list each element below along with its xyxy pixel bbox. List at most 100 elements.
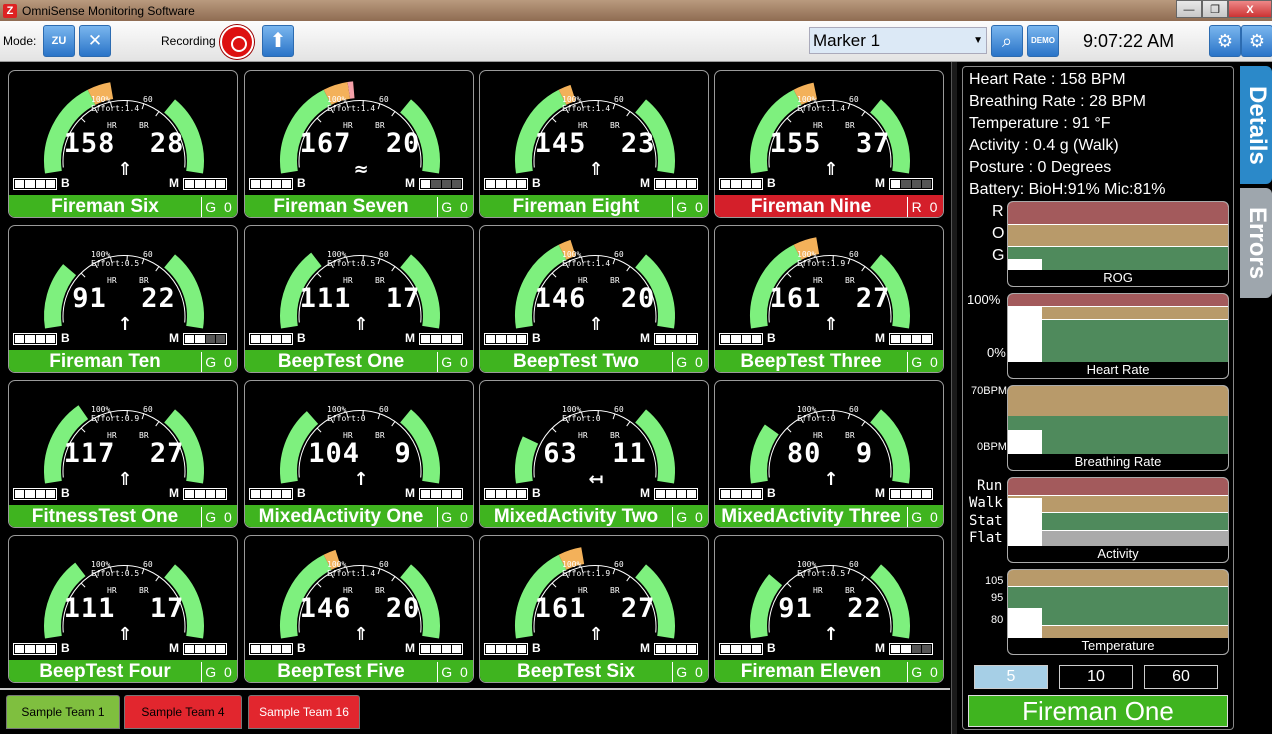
monitor-card[interactable]: 100% 60 Effort:1.4 HR BR 155 37 ⇑ B M Fireman Nin… (714, 70, 944, 218)
search-icon[interactable]: ⌕ (991, 25, 1023, 57)
monitor-card[interactable]: 100% 60 Effort:0.5 HR BR 111 17 ⇑ B M BeepTest On… (244, 225, 474, 373)
hr-value: 167 (299, 128, 352, 159)
bio-battery-icon (719, 178, 763, 190)
monitor-card[interactable]: 100% 60 Effort:1.4 HR BR 167 20 ≈ B M Fireman Sev… (244, 70, 474, 218)
rog-axis-g: G (992, 247, 1005, 264)
mode-zu-icon[interactable]: ZU (43, 25, 75, 57)
card-status: G 0 (907, 662, 943, 682)
monitor-card[interactable]: 100% 60 Effort:1.4 HR BR 158 28 ⇑ B M Fireman Six… (8, 70, 238, 218)
bio-battery-icon (484, 333, 528, 345)
gauge-tick (626, 265, 631, 272)
gauge-br-max-label: 60 (379, 95, 389, 104)
bio-battery-icon (484, 643, 528, 655)
monitor-card[interactable]: 100% 60 Effort:0.9 HR BR 117 27 ⇑ B M FitnessTest… (8, 380, 238, 528)
range-60-button[interactable]: 60 (1144, 665, 1218, 689)
br-value: 9 (855, 438, 874, 469)
br-value: 23 (620, 128, 656, 159)
card-status: R 0 (907, 197, 943, 217)
mic-battery-label: M (875, 486, 885, 500)
card-status: G 0 (201, 352, 237, 372)
gauge-pct-label: 100% (562, 250, 582, 259)
bio-battery-icon (13, 643, 57, 655)
card-name: BeepTest Two (513, 351, 639, 372)
vitals-readout: 161 27 (480, 593, 708, 624)
card-name: Fireman Eleven (740, 661, 882, 682)
rog-chart-label: ROG (1008, 270, 1228, 286)
monitor-card[interactable]: 100% 60 Effort:1.4 HR BR 146 20 ⇑ B M BeepTest Fi… (244, 535, 474, 683)
detail-battery: Battery: BioH:91% Mic:81% (969, 181, 1166, 198)
hr-axis-top: 100% (967, 292, 1001, 307)
range-10-button[interactable]: 10 (1059, 665, 1133, 689)
card-footer: BeepTest One G 0 (245, 350, 473, 372)
bio-battery-icon (484, 178, 528, 190)
activity-walk-icon: ⇑ (117, 469, 133, 490)
tab-sample-team-1[interactable]: Sample Team 1 (6, 695, 120, 729)
hr-gauge-pink (347, 81, 355, 99)
monitor-card[interactable]: 100% 60 Effort:0 HR BR 63 11 ↤ B M MixedActivity … (479, 380, 709, 528)
vitals-readout: 117 27 (9, 438, 237, 469)
activity-lie-icon: ↤ (588, 469, 604, 490)
demo-icon[interactable]: DEMO (1027, 25, 1059, 57)
monitor-card[interactable]: 100% 60 Effort:1.9 HR BR 161 27 ⇑ B M BeepTest Si… (479, 535, 709, 683)
rog-chart: ROG (1007, 201, 1229, 287)
vitals-readout: 111 17 (245, 283, 473, 314)
temperature-chart-label: Temperature (1008, 638, 1228, 654)
tab-details[interactable]: Details (1240, 66, 1272, 184)
gauge-br-max-label: 60 (614, 560, 624, 569)
activity-walk-icon: ⇑ (117, 624, 133, 645)
monitor-card[interactable]: 100% 60 Effort:1.9 HR BR 161 27 ⇑ B M BeepTest Th… (714, 225, 944, 373)
tab-sample-team-16[interactable]: Sample Team 16 (248, 695, 360, 729)
tab-sample-team-4[interactable]: Sample Team 4 (124, 695, 242, 729)
mic-battery-label: M (640, 486, 650, 500)
effort-label: Effort:0.5 (797, 569, 846, 578)
upload-arrow-icon[interactable]: ⬆ (262, 25, 294, 57)
mic-battery-label: M (875, 641, 885, 655)
card-footer: Fireman Eight G 0 (480, 195, 708, 217)
monitor-card[interactable]: 100% 60 Effort:0.5 HR BR 91 22 ↑ B M Fireman Elev… (714, 535, 944, 683)
card-footer: Fireman Ten G 0 (9, 350, 237, 372)
recording-label: Recording (161, 34, 216, 48)
minimize-button[interactable]: — (1176, 0, 1202, 18)
card-footer: Fireman Seven G 0 (245, 195, 473, 217)
effort-label: Effort:1.4 (327, 569, 376, 578)
tools-icon[interactable]: ✕ (79, 25, 111, 57)
vitals-readout: 146 20 (480, 283, 708, 314)
card-footer: BeepTest Two G 0 (480, 350, 708, 372)
monitor-card[interactable]: 100% 60 Effort:0.5 HR BR 91 22 ↑ B M Fireman Ten G… (8, 225, 238, 373)
record-button[interactable] (220, 25, 254, 59)
mic-battery-icon (654, 333, 698, 345)
activity-walk-icon: ⇑ (823, 159, 839, 180)
br-value: 11 (612, 438, 647, 469)
card-name: Fireman Nine (750, 196, 872, 217)
close-button[interactable]: X (1228, 0, 1272, 18)
gauge-br-max-label: 60 (849, 560, 859, 569)
gauge-tick (391, 265, 396, 272)
hr-value: 80 (786, 438, 822, 469)
gauge-tick (155, 265, 160, 272)
bio-battery-icon (13, 488, 57, 500)
hr-value: 145 (534, 128, 587, 159)
monitor-card[interactable]: 100% 60 Effort:0 HR BR 80 9 ↑ B M MixedActivity T… (714, 380, 944, 528)
bio-battery-label: B (297, 331, 306, 345)
card-name: FitnessTest One (31, 506, 179, 527)
monitor-card[interactable]: 100% 60 Effort:1.4 HR BR 145 23 ⇑ B M Fireman Eig… (479, 70, 709, 218)
network-icon[interactable]: ⚙ (1241, 25, 1272, 57)
mic-battery-label: M (405, 486, 415, 500)
gauge-pct-label: 100% (327, 250, 347, 259)
range-5-button[interactable]: 5 (974, 665, 1048, 689)
settings-gear-icon[interactable]: ⚙ (1209, 25, 1241, 57)
monitor-card[interactable]: 100% 60 Effort:0 HR BR 104 9 ↑ B M MixedActivity … (244, 380, 474, 528)
marker-select[interactable]: Marker 1 ▼ (809, 27, 987, 54)
monitor-card[interactable]: 100% 60 Effort:1.4 HR BR 146 20 ⇑ B M BeepTest Tw… (479, 225, 709, 373)
monitor-card[interactable]: 100% 60 Effort:0.5 HR BR 111 17 ⇑ B M BeepTest Fo… (8, 535, 238, 683)
bio-battery-label: B (61, 331, 70, 345)
gauge-pct-label: 100% (327, 405, 347, 414)
mic-battery-icon (889, 333, 933, 345)
gauge-tick (861, 420, 866, 427)
panel-splitter[interactable] (951, 62, 957, 734)
card-footer: BeepTest Five G 0 (245, 660, 473, 682)
maximize-button[interactable]: ❐ (1202, 0, 1228, 18)
bio-battery-icon (249, 333, 293, 345)
bio-battery-icon (13, 178, 57, 190)
tab-errors[interactable]: Errors (1240, 188, 1272, 298)
